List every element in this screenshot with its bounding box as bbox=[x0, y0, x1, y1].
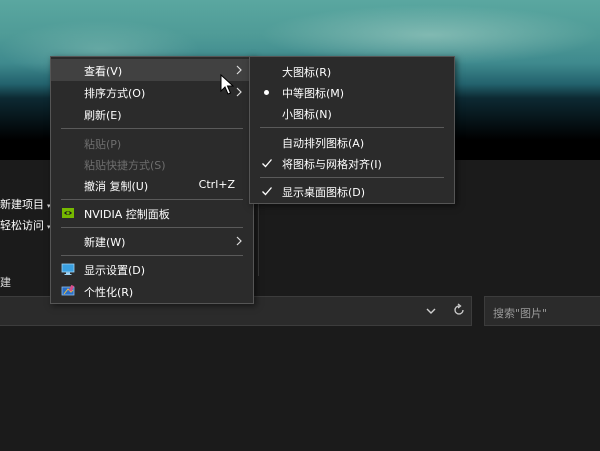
menu-item-label: 小图标(N) bbox=[282, 108, 332, 121]
menu-item-label: 粘贴(P) bbox=[84, 138, 122, 151]
easy-access-label: 轻松访问 bbox=[0, 219, 44, 232]
submenu-item-large-icons[interactable]: 大图标(R) bbox=[250, 60, 454, 82]
chevron-right-icon bbox=[236, 87, 242, 97]
menu-item-label: 将图标与网格对齐(I) bbox=[282, 158, 382, 171]
ribbon-divider bbox=[258, 204, 259, 276]
menu-item-paste-shortcut[interactable]: 粘贴快捷方式(S) bbox=[51, 153, 253, 175]
menu-item-personalize[interactable]: 个性化(R) bbox=[51, 280, 253, 302]
display-settings-icon bbox=[61, 263, 75, 275]
menu-item-label: 排序方式(O) bbox=[84, 87, 146, 100]
search-input[interactable]: 搜索"图片" bbox=[484, 296, 600, 326]
menu-item-label: 自动排列图标(A) bbox=[282, 137, 365, 150]
menu-separator bbox=[260, 127, 444, 128]
menu-item-display-settings[interactable]: 显示设置(D) bbox=[51, 258, 253, 280]
menu-item-label: 显示设置(D) bbox=[84, 264, 146, 277]
menu-item-label: 大图标(R) bbox=[282, 66, 332, 79]
mouse-cursor-icon bbox=[220, 74, 234, 95]
submenu-item-auto-arrange[interactable]: 自动排列图标(A) bbox=[250, 131, 454, 153]
submenu-item-show-desktop-icons[interactable]: 显示桌面图标(D) bbox=[250, 180, 454, 202]
menu-item-label: 显示桌面图标(D) bbox=[282, 186, 366, 199]
menu-item-label: 中等图标(M) bbox=[282, 87, 345, 100]
new-item-button[interactable]: 新建项目 ▾ bbox=[0, 196, 51, 212]
menu-item-nvidia-control-panel[interactable]: NVIDIA 控制面板 bbox=[51, 202, 253, 224]
menu-item-label: NVIDIA 控制面板 bbox=[84, 208, 170, 221]
menu-item-label: 刷新(E) bbox=[84, 109, 122, 122]
menu-item-label: 个性化(R) bbox=[84, 286, 134, 299]
menu-separator bbox=[61, 199, 243, 200]
nvidia-icon bbox=[62, 208, 74, 218]
submenu-item-small-icons[interactable]: 小图标(N) bbox=[250, 102, 454, 124]
menu-item-paste[interactable]: 粘贴(P) bbox=[51, 132, 253, 154]
submenu-item-align-to-grid[interactable]: 将图标与网格对齐(I) bbox=[250, 152, 454, 174]
view-submenu: 大图标(R) 中等图标(M) 小图标(N) 自动排列图标(A) 将图标与网格对齐… bbox=[249, 56, 455, 204]
menu-separator bbox=[260, 177, 444, 178]
submenu-item-medium-icons[interactable]: 中等图标(M) bbox=[250, 81, 454, 103]
chevron-right-icon bbox=[236, 65, 242, 75]
radio-bullet-icon bbox=[264, 90, 269, 95]
menu-item-new[interactable]: 新建(W) bbox=[51, 230, 253, 252]
menu-item-label: 撤消 复制(U) bbox=[84, 180, 149, 193]
menu-separator bbox=[61, 227, 243, 228]
menu-item-label: 粘贴快捷方式(S) bbox=[84, 159, 166, 172]
menu-item-refresh[interactable]: 刷新(E) bbox=[51, 103, 253, 125]
checkmark-icon bbox=[262, 159, 272, 168]
menu-item-shortcut: Ctrl+Z bbox=[198, 178, 235, 191]
menu-item-label: 新建(W) bbox=[84, 236, 126, 249]
chevron-down-icon[interactable] bbox=[424, 304, 438, 318]
menu-separator bbox=[61, 128, 243, 129]
easy-access-button[interactable]: 轻松访问 ▾ bbox=[0, 217, 51, 233]
menu-separator bbox=[61, 255, 243, 256]
new-item-label: 新建项目 bbox=[0, 198, 44, 211]
ribbon-group-label: 建 bbox=[0, 276, 11, 289]
refresh-icon[interactable] bbox=[452, 303, 466, 317]
menu-item-label: 查看(V) bbox=[84, 65, 123, 78]
checkmark-icon bbox=[262, 187, 272, 196]
personalize-icon bbox=[61, 284, 75, 296]
menu-item-undo-copy[interactable]: 撤消 复制(U) Ctrl+Z bbox=[51, 174, 253, 196]
chevron-right-icon bbox=[236, 236, 242, 246]
